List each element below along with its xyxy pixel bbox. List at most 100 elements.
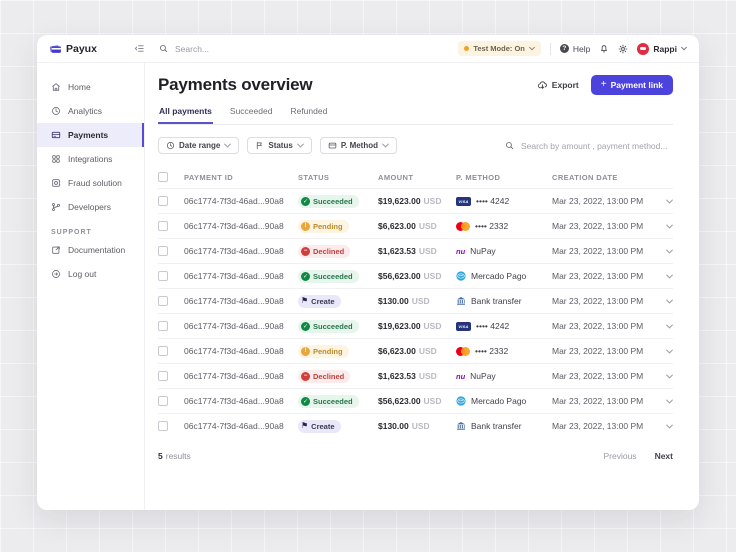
chevron-down-icon [296,143,304,148]
table-search[interactable] [505,139,673,152]
sidebar-item-label: Documentation [68,245,126,255]
sidebar-item-integrations[interactable]: Integrations [37,147,144,171]
row-expand-chevron-icon[interactable] [659,249,673,254]
payment-method-cell: nu NuPay [456,246,552,256]
succeeded-status-icon: ✓ [301,321,310,331]
amount-cell: $56,623.00 USD [378,396,442,406]
row-expand-chevron-icon[interactable] [659,374,673,379]
export-label: Export [551,80,579,90]
column-header-p-method[interactable]: P. METHOD [456,173,552,182]
row-checkbox[interactable] [158,221,168,231]
table-row[interactable]: 06c1774-7f3d-46ad...90a8 ! Pending $6,623… [158,213,673,238]
sidebar-item-fraud-solution[interactable]: Fraud solution [37,171,144,195]
results-count: 5 results [158,451,191,461]
table-search-input[interactable] [519,139,673,152]
tab-all-payments[interactable]: All payments [158,106,213,124]
row-expand-chevron-icon[interactable] [659,324,673,329]
table-row[interactable]: 06c1774-7f3d-46ad...90a8 ✓ Succeeded $19,… [158,313,673,338]
visa-icon: VISA [456,321,471,331]
card-icon [328,141,337,150]
next-button[interactable]: Next [655,451,673,461]
table-row[interactable]: 06c1774-7f3d-46ad...90a8 − Declined $1,62… [158,238,673,263]
settings-gear-icon[interactable] [618,44,628,54]
row-checkbox[interactable] [158,321,168,331]
status-badge-succeeded: ✓ Succeeded [298,394,359,408]
tab-succeeded[interactable]: Succeeded [229,106,274,124]
test-mode-toggle[interactable]: Test Mode: On [458,41,541,56]
status-badge-declined: − Declined [298,244,351,258]
row-checkbox[interactable] [158,271,168,281]
row-expand-chevron-icon[interactable] [659,199,673,204]
creation-date: Mar 23, 2022, 13:00 PM [552,396,644,406]
row-expand-chevron-icon[interactable] [659,299,673,304]
global-search-input[interactable] [173,42,297,55]
row-checkbox[interactable] [158,346,168,356]
table-row[interactable]: 06c1774-7f3d-46ad...90a8 ✓ Succeeded $56,… [158,263,673,288]
bank-transfer-icon [456,421,466,431]
export-button[interactable]: Export [537,80,579,91]
column-header-status[interactable]: STATUS [298,173,378,182]
filter-status[interactable]: Status [247,137,312,154]
app-logo[interactable]: Payux [49,42,97,55]
sidebar-item-payments[interactable]: Payments [37,123,144,147]
select-all-checkbox[interactable] [158,172,168,182]
mastercard-icon [456,221,470,231]
row-checkbox[interactable] [158,421,168,431]
analytics-icon [51,106,61,116]
column-header-amount[interactable]: AMOUNT [378,173,456,182]
amount-cell: $6,623.00 USD [378,221,437,231]
sidebar-item-analytics[interactable]: Analytics [37,99,144,123]
sidebar-item-documentation[interactable]: Documentation [37,238,144,262]
notifications-bell-icon[interactable] [599,44,609,54]
payment-method-cell: nu NuPay [456,371,552,381]
payment-id: 06c1774-7f3d-46ad...90a8 [184,346,284,356]
account-menu[interactable]: Rappi [637,42,687,55]
row-checkbox[interactable] [158,196,168,206]
amount-cell: $130.00 USD [378,421,430,431]
amount-cell: $19,623.00 USD [378,196,442,206]
table-row[interactable]: 06c1774-7f3d-46ad...90a8 ✓ Succeeded $19,… [158,188,673,213]
payment-method-label: •••• 4242 [476,196,510,206]
chevron-down-icon [529,46,535,51]
collapse-sidebar-icon[interactable] [134,43,145,54]
row-checkbox[interactable] [158,246,168,256]
tab-refunded[interactable]: Refunded [289,106,328,124]
avatar [637,42,650,55]
chevron-down-icon [382,143,389,148]
sidebar-item-log-out[interactable]: Log out [37,262,144,286]
row-checkbox[interactable] [158,296,168,306]
previous-button[interactable]: Previous [603,451,636,461]
row-checkbox[interactable] [158,396,168,406]
row-checkbox[interactable] [158,371,168,381]
sidebar-item-developers[interactable]: Developers [37,195,144,219]
row-expand-chevron-icon[interactable] [659,399,673,404]
table-row[interactable]: 06c1774-7f3d-46ad...90a8 ! Pending $6,623… [158,338,673,363]
table-row[interactable]: 06c1774-7f3d-46ad...90a8 ✓ Succeeded $56,… [158,388,673,413]
row-expand-chevron-icon[interactable] [659,274,673,279]
status-badge-succeeded: ✓ Succeeded [298,194,359,208]
help-button[interactable]: ? Help [559,44,590,54]
sidebar-item-label: Payments [68,130,109,140]
payment-method-cell: VISA •••• 4242 [456,321,552,331]
row-expand-chevron-icon[interactable] [659,224,673,229]
creation-date: Mar 23, 2022, 13:00 PM [552,371,644,381]
column-header-creation-date[interactable]: CREATION DATE [552,173,659,182]
payment-link-button[interactable]: + Payment link [590,75,673,95]
test-mode-dot-icon [464,46,470,51]
amount-cell: $1,623.53 USD [378,246,437,256]
table-row[interactable]: 06c1774-7f3d-46ad...90a8 ⚑ Create $130.00… [158,288,673,313]
brand-name: Payux [66,42,97,55]
visa-icon: VISA [456,196,471,206]
sidebar-item-label: Integrations [68,154,113,164]
filter-p-method[interactable]: P. Method [319,137,397,154]
amount-cell: $1,623.53 USD [378,371,437,381]
row-expand-chevron-icon[interactable] [659,424,673,429]
table-row[interactable]: 06c1774-7f3d-46ad...90a8 ⚑ Create $130.00… [158,413,673,438]
filter-date-range[interactable]: Date range [158,137,240,154]
status-badge-pending: ! Pending [298,219,349,233]
global-search[interactable] [159,42,297,55]
table-row[interactable]: 06c1774-7f3d-46ad...90a8 − Declined $1,62… [158,363,673,388]
column-header-payment-id[interactable]: PAYMENT ID [184,173,298,182]
sidebar-item-home[interactable]: Home [37,75,144,99]
row-expand-chevron-icon[interactable] [659,349,673,354]
